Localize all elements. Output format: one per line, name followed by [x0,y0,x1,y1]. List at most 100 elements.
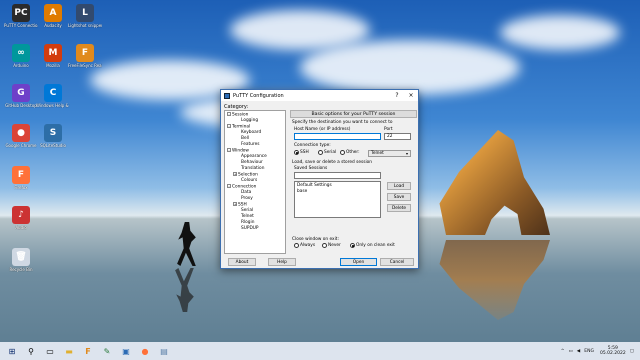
expand-icon[interactable]: + [233,202,237,206]
shortcut-label: Google Chrome [5,143,37,148]
radio-ssh[interactable]: SSH [294,150,309,155]
desktop-shortcut[interactable]: ● Google Chrome [4,124,38,148]
app-icon: M [44,44,62,62]
desktop-shortcut[interactable]: 🗑 Recycle Bin [4,248,38,272]
file-explorer-icon[interactable]: ▬ [62,344,76,358]
radio-always[interactable]: Always [294,243,315,248]
list-item[interactable]: base [297,189,378,195]
desktop-shortcut[interactable]: M Mozilla [36,44,70,68]
saved-session-input[interactable] [294,172,381,179]
task-view-icon[interactable]: ▭ [43,344,57,358]
tree-item-label: Appearance [241,154,267,159]
desktop-shortcut[interactable]: ∞ Arduino [4,44,38,68]
collapse-icon[interactable]: - [227,184,231,188]
radio-label: Only on clean exit [356,243,395,248]
radio-never[interactable]: Never [322,243,341,248]
freefilesync-icon[interactable]: F [81,344,95,358]
shortcut-label: SQLiteStudio [40,143,66,148]
connection-type-label: Connection type: [294,143,331,148]
tree-item-label: Session [232,112,249,118]
app-icon: ♪ [12,206,30,224]
putty-icon [224,92,230,99]
app-icon: A [44,4,62,22]
cloud [500,15,620,50]
tree-item-label: Telnet [241,214,254,219]
category-tree[interactable]: - Session Logging - Terminal Keyboard Bell Feat… [224,110,286,254]
shortcut-label: Firefox [14,185,28,190]
desktop-shortcut[interactable]: PC PuTTY Connectio.. [4,4,38,28]
tree-item[interactable]: SUPDUP [227,226,283,232]
radio-dot [294,150,299,155]
desktop-shortcut[interactable]: L Lightshot snipper [68,4,102,28]
help-title-button[interactable]: ? [390,92,404,99]
tree-item-label: Connection [232,184,257,190]
chevron-down-icon: ▾ [405,151,408,156]
collapse-icon[interactable]: - [227,112,231,116]
windows-icon[interactable]: ⊞ [5,344,19,358]
tree-item-label: Keyboard [241,130,262,135]
host-label: Host Name (or IP address) [294,127,351,132]
notepad-icon[interactable]: ✎ [100,344,114,358]
rock-arch [439,130,550,235]
cancel-button[interactable]: Cancel [380,258,414,266]
about-button[interactable]: About [228,258,256,266]
notification-icon[interactable]: ▢ [630,349,634,354]
shortcut-label: Mozilla [46,63,60,68]
session-list[interactable]: Default Settings base [294,181,381,218]
image-icon[interactable]: ▤ [157,344,171,358]
tree-item-label: Rlogin [241,220,255,225]
search-icon[interactable]: ⚲ [24,344,38,358]
close-button[interactable]: × [404,92,418,99]
shortcut-label: Windows Help & Tips [36,103,70,108]
tree-item-label: Colours [241,178,258,183]
tree-item-label: Window [232,148,249,154]
clock[interactable]: 5:59 05.02.2022 [600,346,626,356]
collapse-icon[interactable]: - [227,148,231,152]
putty-window: PuTTY Configuration ? × Category: - Sessi… [220,89,419,269]
radio-label: Always [300,243,316,248]
tree-item-label: Data [241,190,252,195]
desktop-shortcut[interactable]: S SQLiteStudio [36,124,70,148]
tree-item-label: SSH [238,202,247,208]
other-protocol-select[interactable]: Telnet ▾ [368,150,411,157]
desktop-shortcut[interactable]: ♪ Audio [4,206,38,230]
firefox-icon[interactable]: ● [138,344,152,358]
port-input[interactable]: 22 [384,133,411,140]
desktop-shortcut[interactable]: A Audacity [36,4,70,28]
host-input[interactable] [294,133,381,140]
language-indicator[interactable]: ENG [584,349,594,354]
desktop-shortcut[interactable]: CWindows Help & Tips [36,84,70,108]
open-button[interactable]: Open [340,258,377,266]
shortcut-label: Lightshot snipper [68,23,102,28]
system-tray: ^ ▭ ◀ ENG 5:59 05.02.2022 ▢ [557,346,640,356]
radio-other[interactable]: Other: [340,150,360,155]
collapse-icon[interactable]: - [227,124,231,128]
app-icon: S [44,124,62,142]
radio-label: Never [328,243,341,248]
network-icon[interactable]: ▭ [569,349,573,354]
delete-button[interactable]: Delete [387,204,411,212]
help-button[interactable]: Help [268,258,296,266]
radio-label: SSH [300,150,309,155]
select-value: Telnet [371,151,384,156]
tree-item-label: Serial [241,208,254,213]
save-button[interactable]: Save [387,193,411,201]
putty-icon[interactable]: ▣ [119,344,133,358]
app-icon: F [12,166,30,184]
shortcut-label: Recycle Bin [9,267,33,272]
radio-serial[interactable]: Serial [318,150,336,155]
title-bar[interactable]: PuTTY Configuration ? × [221,90,418,101]
tree-item-label: Translation [241,166,265,171]
radio-dot [322,243,327,248]
radio-label: Serial [324,150,337,155]
desktop-shortcut[interactable]: FFreeFileSync Realtime [68,44,102,68]
volume-icon[interactable]: ◀ [577,349,580,354]
radio-clean-exit[interactable]: Only on clean exit [350,243,395,248]
desktop-shortcut[interactable]: G GitHub Desktop [4,84,38,108]
app-icon: L [76,4,94,22]
app-icon: 🗑 [12,248,30,266]
load-button[interactable]: Load [387,182,411,190]
desktop-shortcut[interactable]: F Firefox [4,166,38,190]
expand-icon[interactable]: + [233,172,237,176]
chevron-up-icon[interactable]: ^ [561,349,565,354]
